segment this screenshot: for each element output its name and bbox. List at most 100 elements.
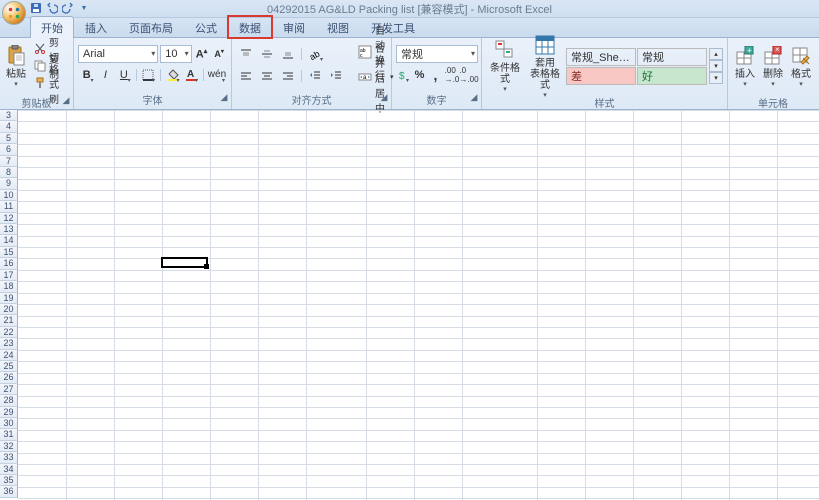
- row-header[interactable]: 10: [0, 190, 18, 201]
- comma-button[interactable]: ,: [428, 65, 443, 85]
- shrink-font-icon: A▾: [214, 48, 224, 59]
- row-header[interactable]: 16: [0, 258, 18, 269]
- row-header[interactable]: 12: [0, 213, 18, 224]
- office-button[interactable]: [2, 1, 26, 25]
- italic-button[interactable]: I: [97, 65, 115, 85]
- font-size-combo[interactable]: 10▾: [160, 45, 191, 63]
- row-header[interactable]: 9: [0, 178, 18, 189]
- row-header[interactable]: 33: [0, 452, 18, 463]
- row-header[interactable]: 29: [0, 407, 18, 418]
- row-header[interactable]: 21: [0, 315, 18, 326]
- style-bad[interactable]: 差: [566, 67, 636, 85]
- row-header[interactable]: 3: [0, 110, 18, 121]
- row-header[interactable]: 30: [0, 418, 18, 429]
- align-middle-button[interactable]: [257, 44, 277, 64]
- row-header[interactable]: 34: [0, 464, 18, 475]
- decrease-decimal-button[interactable]: .0→.00: [461, 65, 477, 85]
- cell-styles-gallery[interactable]: 常规_She… 常规 差 好: [566, 48, 707, 85]
- insert-cells-icon: +: [734, 45, 756, 67]
- selected-cell[interactable]: [161, 257, 208, 267]
- number-launcher[interactable]: ◢: [469, 92, 479, 102]
- row-header[interactable]: 23: [0, 338, 18, 349]
- styles-scroll-up[interactable]: ▴: [709, 48, 723, 60]
- row-header[interactable]: 31: [0, 429, 18, 440]
- shrink-font-button[interactable]: A▾: [211, 45, 227, 63]
- font-name-combo[interactable]: Arial▾: [78, 45, 158, 63]
- format-cells-button[interactable]: 格式▾: [788, 40, 814, 92]
- align-bottom-button[interactable]: [278, 44, 298, 64]
- row-header[interactable]: 32: [0, 441, 18, 452]
- align-left-button[interactable]: [236, 66, 256, 86]
- font-color-button[interactable]: A▾: [183, 65, 201, 85]
- worksheet-grid[interactable]: 3456789101112131415161718192021222324252…: [0, 110, 819, 500]
- tab-1[interactable]: 插入: [74, 16, 118, 38]
- row-header[interactable]: 25: [0, 361, 18, 372]
- font-launcher[interactable]: ◢: [219, 92, 229, 102]
- format-painter-button[interactable]: 格式刷: [30, 75, 69, 91]
- row-header[interactable]: 22: [0, 327, 18, 338]
- tab-2[interactable]: 页面布局: [118, 16, 184, 38]
- tab-4[interactable]: 数据: [228, 16, 272, 38]
- row-header[interactable]: 14: [0, 235, 18, 246]
- row-header[interactable]: 18: [0, 281, 18, 292]
- tab-6[interactable]: 视图: [316, 16, 360, 38]
- align-left-icon: [240, 70, 252, 82]
- row-header[interactable]: 7: [0, 156, 18, 167]
- align-top-button[interactable]: [236, 44, 256, 64]
- row-header[interactable]: 27: [0, 384, 18, 395]
- tab-5[interactable]: 审阅: [272, 16, 316, 38]
- style-normal[interactable]: 常规: [637, 48, 707, 66]
- indent-increase-button[interactable]: [326, 66, 346, 86]
- row-header[interactable]: 4: [0, 121, 18, 132]
- merge-center-button[interactable]: a合并后居中▾: [354, 65, 398, 89]
- tab-7[interactable]: 开发工具: [360, 16, 426, 38]
- format-as-table-button[interactable]: 套用 表格格式▾: [526, 40, 564, 92]
- row-header[interactable]: 35: [0, 475, 18, 486]
- insert-cells-button[interactable]: + 插入▾: [732, 40, 758, 92]
- underline-button[interactable]: U▾: [115, 65, 133, 85]
- orientation-button[interactable]: ab▾: [305, 44, 325, 64]
- row-header[interactable]: 11: [0, 201, 18, 212]
- row-header[interactable]: 15: [0, 247, 18, 258]
- row-header[interactable]: 17: [0, 270, 18, 281]
- row-header[interactable]: 6: [0, 144, 18, 155]
- phonetic-button[interactable]: wén▾: [207, 65, 227, 85]
- conditional-format-button[interactable]: 条件格式▾: [486, 40, 524, 92]
- undo-icon[interactable]: [46, 2, 58, 14]
- row-header[interactable]: 28: [0, 395, 18, 406]
- paste-button[interactable]: 粘贴 ▾: [4, 40, 28, 92]
- number-format-combo[interactable]: 常规▾: [396, 45, 478, 63]
- styles-scroll-down[interactable]: ▾: [709, 60, 723, 72]
- bold-button[interactable]: B▾: [78, 65, 96, 85]
- grow-font-button[interactable]: A▴: [194, 45, 210, 63]
- row-header[interactable]: 24: [0, 350, 18, 361]
- percent-button[interactable]: %: [412, 65, 427, 85]
- row-header[interactable]: 13: [0, 224, 18, 235]
- save-icon[interactable]: [30, 2, 42, 14]
- style-good[interactable]: 好: [637, 67, 707, 85]
- row-header[interactable]: 5: [0, 133, 18, 144]
- border-button[interactable]: ▾: [140, 65, 158, 85]
- clipboard-launcher[interactable]: ◢: [61, 95, 71, 105]
- currency-button[interactable]: $▾: [396, 65, 411, 85]
- ribbon: 粘贴 ▾ 剪切 复制 格式刷 剪贴板◢ Arial▾ 10▾ A▴ A▾ B▾: [0, 38, 819, 110]
- row-header[interactable]: 36: [0, 486, 18, 497]
- qat-dropdown-icon[interactable]: ▼: [78, 2, 90, 14]
- percent-icon: %: [415, 69, 425, 81]
- fill-color-button[interactable]: ▾: [164, 65, 182, 85]
- style-normal-she[interactable]: 常规_She…: [566, 48, 636, 66]
- row-header[interactable]: 19: [0, 293, 18, 304]
- row-header[interactable]: 20: [0, 304, 18, 315]
- row-header[interactable]: 26: [0, 372, 18, 383]
- styles-more[interactable]: ▾: [709, 72, 723, 84]
- tab-0[interactable]: 开始: [30, 16, 74, 38]
- align-launcher[interactable]: ◢: [379, 92, 389, 102]
- align-right-button[interactable]: [278, 66, 298, 86]
- tab-3[interactable]: 公式: [184, 16, 228, 38]
- redo-icon[interactable]: [62, 2, 74, 14]
- align-center-button[interactable]: [257, 66, 277, 86]
- delete-cells-button[interactable]: × 删除▾: [760, 40, 786, 92]
- indent-decrease-button[interactable]: [305, 66, 325, 86]
- increase-decimal-button[interactable]: .00→.0: [444, 65, 460, 85]
- row-header[interactable]: 8: [0, 167, 18, 178]
